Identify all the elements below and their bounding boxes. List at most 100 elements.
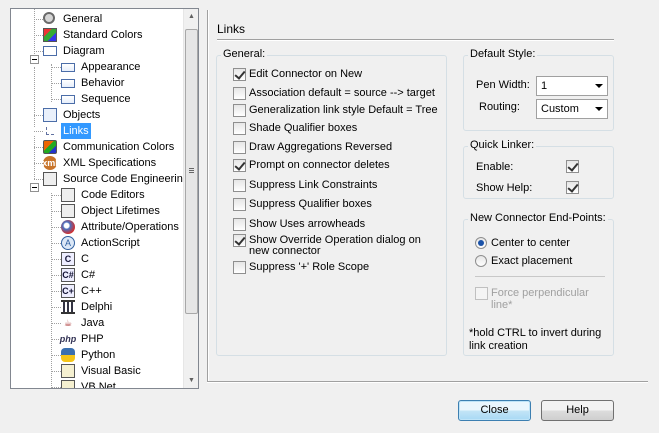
tree-line [51,67,61,68]
help-button[interactable]: Help [541,400,614,421]
delphi-icon [61,300,75,314]
option-label-line2: new connector [249,245,321,257]
tree-line [51,307,61,308]
tree-item-label: PHP [81,333,104,345]
option-label: Draw Aggregations Reversed [249,141,393,153]
tree-line [51,275,61,276]
pen-width-label: Pen Width: [476,79,530,91]
actionscript-icon: A [61,236,75,250]
tree-item-label: Delphi [81,301,113,313]
chevron-down-icon [595,84,603,88]
tree-item-label: C [81,253,89,265]
tree-line [34,136,35,179]
tree-item-label: Standard Colors [63,29,143,41]
option-label: Generalization link style Default = Tree [249,104,438,116]
force-perpendicular-checkbox[interactable] [475,287,488,300]
objects-icon [43,108,57,122]
tree-item-label: Java [81,317,105,329]
tree-scrollbar[interactable]: ▲ ▼ [183,9,198,388]
option-checkbox[interactable] [233,198,246,211]
tree-item-label: C# [81,269,96,281]
source-code-collapse-toggle[interactable] [30,183,39,192]
option-checkbox[interactable] [233,179,246,192]
routing-select[interactable]: Custom [536,99,608,119]
options-tree[interactable]: General Standard Colors Diagram Appearance B… [10,8,199,389]
tree-line [51,83,61,84]
option-checkbox[interactable] [233,104,246,117]
tree-line [51,211,61,212]
tree-line [51,195,61,196]
tree-item-label: Behavior [81,77,125,89]
tree-item-label: Communication Colors [63,141,175,153]
diagram-collapse-toggle[interactable] [30,55,39,64]
tree-line [51,259,61,260]
option-label: Suppress Qualifier boxes [249,198,372,210]
tree-item-label: Links [61,123,91,139]
document-icon [61,95,75,104]
gear-icon [43,12,55,24]
option-label: Suppress '+' Role Scope [249,261,370,273]
panel-separator [207,10,209,382]
bottom-divider [207,381,648,383]
tree-line [34,9,35,54]
object-lifetime-icon [61,204,75,218]
scrollbar-thumb[interactable] [185,29,198,314]
pen-width-select[interactable]: 1 [536,76,608,96]
exact-placement-radio[interactable] [475,255,487,267]
tree-line [51,371,61,372]
tree-item-label: Sequence [81,93,131,105]
default-style-title: Default Style: [468,48,538,60]
chevron-down-icon [595,107,603,111]
tree-line [34,147,43,148]
tree-item-label: Objects [63,109,101,121]
java-icon: ☕ [63,318,73,328]
attribute-icon [61,220,75,234]
ctrl-note-line1: *hold CTRL to invert during [469,327,602,339]
scroll-up-arrow-icon[interactable]: ▲ [184,9,198,24]
csharp-icon: C# [61,268,75,282]
color-palette-icon [43,140,57,154]
link-icon [46,127,54,135]
center-to-center-label: Center to center [491,237,570,249]
tree-item-label: Python [81,349,116,361]
enable-checkbox[interactable] [566,160,579,173]
exact-placement-label: Exact placement [491,255,573,267]
end-points-divider [475,276,605,277]
tree-item-label: Code Editors [81,189,145,201]
option-checkbox[interactable] [233,218,246,231]
tree-line [51,291,61,292]
center-to-center-radio[interactable] [475,237,487,249]
quick-linker-title: Quick Linker: [468,139,537,151]
tree-line [34,67,35,127]
option-label: Prompt on connector deletes [249,159,390,171]
c-icon: C [61,252,75,266]
option-checkbox[interactable] [233,141,246,154]
option-label: Association default = source --> target [249,87,435,99]
document-icon [61,63,75,72]
option-checkbox[interactable] [233,261,246,274]
option-label: Suppress Link Constraints [249,179,378,191]
close-button[interactable]: Close [458,400,531,421]
tree-item-label: Appearance [81,61,141,73]
tree-line [34,35,43,36]
option-checkbox[interactable] [233,87,246,100]
option-checkbox[interactable] [233,159,246,172]
routing-value: Custom [541,103,579,115]
tree-line [34,51,43,52]
php-icon: php [59,334,77,344]
general-group-title: General: [221,48,268,60]
tree-line [51,323,61,324]
scroll-down-arrow-icon[interactable]: ▼ [184,373,198,388]
tree-item-label: Attribute/Operations [81,221,179,233]
option-checkbox[interactable] [233,122,246,135]
document-icon [61,79,75,88]
option-checkbox[interactable] [233,68,246,81]
option-label: Show Uses arrowheads [249,218,366,230]
option-checkbox[interactable] [233,234,246,247]
tree-item-label: General [63,13,103,25]
tree-item-label: Source Code Engineering [63,173,183,185]
show-help-checkbox[interactable] [566,181,579,194]
enable-label: Enable: [476,161,514,173]
palette-icon [43,28,57,42]
code-folder-icon [43,172,57,186]
